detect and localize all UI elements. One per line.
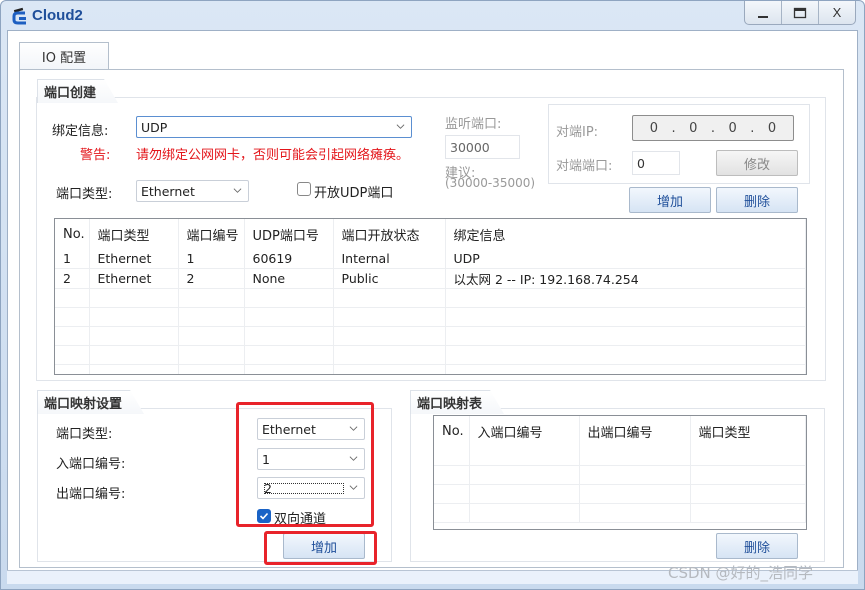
port-type-value: Ethernet [141,184,195,199]
peer-port-value: 0 [637,156,645,171]
peer-ip-input[interactable]: 0. 0. 0. 0 [632,115,794,141]
peer-port-input[interactable]: 0 [632,151,680,175]
table-header: No. 入端口编号 出端口编号 端口类型 [434,416,806,446]
empty-row [434,446,806,466]
col-in-port[interactable]: 入端口编号 [469,416,580,446]
cell: UDP [445,249,806,269]
peer-port-label: 对端端口: [556,159,613,174]
map-port-type-label: 端口类型: [56,427,113,442]
empty-row [55,288,806,308]
cell: Internal [333,249,446,269]
col-no[interactable]: No. [55,219,90,249]
chevron-down-icon [396,124,405,129]
chevron-down-icon [233,188,242,193]
listen-port-input[interactable]: 30000 [445,135,520,159]
cell: 1 [55,249,90,269]
close-icon: X [832,5,842,20]
ip-dot: . [671,120,676,136]
maximize-button[interactable] [782,1,819,24]
mapping-settings-title: 端口映射设置 [37,390,144,414]
col-port-type[interactable]: 端口类型 [690,416,806,446]
peer-ip-label: 对端IP: [556,125,599,140]
highlight-mapping-fields [236,402,374,527]
ip-octet-2: 0 [689,120,698,136]
open-udp-checkbox[interactable] [297,182,311,196]
cell: Public [333,268,446,289]
tab-io-config[interactable]: IO 配置 [19,42,109,70]
col-no[interactable]: No. [434,416,470,446]
cell: 60619 [244,249,334,269]
close-button[interactable]: X [819,1,855,24]
cell: Ethernet [89,268,179,289]
open-udp-label: 开放UDP端口 [314,186,394,201]
ip-octet-4: 0 [767,120,777,136]
cell: None [244,268,334,289]
add-port-button[interactable]: 增加 [629,187,711,213]
col-open-status[interactable]: 端口开放状态 [333,219,446,249]
bind-info-label: 绑定信息: [52,124,109,139]
bind-info-select[interactable]: UDP [136,116,412,138]
port-type-label: 端口类型: [56,187,113,202]
empty-row [55,307,806,327]
window-controls: X [744,1,856,25]
modify-button[interactable]: 修改 [716,150,798,176]
col-bind-info[interactable]: 绑定信息 [445,219,806,249]
empty-row [434,465,806,485]
col-port-type[interactable]: 端口类型 [89,219,179,249]
empty-row [55,364,806,374]
ip-octet-3: 0 [728,120,737,136]
watermark: CSDN @好的_浩同学 [668,564,814,582]
title-bar[interactable]: Cloud2 X [1,1,864,31]
bind-info-value: UDP [141,120,168,135]
cell: 1 [178,249,245,269]
cloud-device-icon [12,7,26,25]
cell: 以太网 2 -- IP: 192.168.74.254 [445,268,806,289]
window-title: Cloud2 [32,7,83,24]
empty-row [434,484,806,504]
table-row[interactable]: 1 Ethernet 1 60619 Internal UDP [55,249,806,269]
ip-octet-1: 0 [649,120,659,136]
minimize-icon [758,15,768,18]
port-create-title: 端口创建 [37,79,118,103]
table-header: No. 端口类型 端口编号 UDP端口号 端口开放状态 绑定信息 [55,219,806,249]
port-table[interactable]: No. 端口类型 端口编号 UDP端口号 端口开放状态 绑定信息 1 Ether… [54,218,807,375]
col-out-port[interactable]: 出端口编号 [579,416,691,446]
highlight-add-button [264,531,377,565]
delete-port-button[interactable]: 删除 [716,187,798,213]
col-port-number[interactable]: 端口编号 [178,219,245,249]
empty-row [434,503,806,523]
cell: Ethernet [89,249,179,269]
mapping-table-title: 端口映射表 [410,390,504,414]
tab-label: IO 配置 [41,51,87,66]
ip-dot: . [710,120,716,136]
minimize-button[interactable] [745,1,782,24]
maximize-icon [793,7,807,18]
cell: 2 [178,268,245,289]
col-udp-port[interactable]: UDP端口号 [244,219,334,249]
suggest-range: (30000-35000) [445,176,536,190]
out-port-label: 出端口编号: [56,487,126,502]
listen-port-value: 30000 [450,140,490,155]
empty-row [55,345,806,365]
empty-row [55,326,806,346]
warning-text: 请勿绑定公网网卡，否则可能会引起网络瘫痪。 [136,148,410,163]
delete-mapping-button[interactable]: 删除 [716,533,798,559]
port-type-select[interactable]: Ethernet [136,180,249,202]
listen-port-label: 监听端口: [445,117,502,132]
ip-dot: . [750,120,755,136]
cell: 2 [55,268,90,289]
in-port-label: 入端口编号: [56,457,126,472]
mapping-table[interactable]: No. 入端口编号 出端口编号 端口类型 [433,415,807,530]
warning-label: 警告: [80,148,111,163]
table-row[interactable]: 2 Ethernet 2 None Public 以太网 2 -- IP: 19… [55,268,806,289]
